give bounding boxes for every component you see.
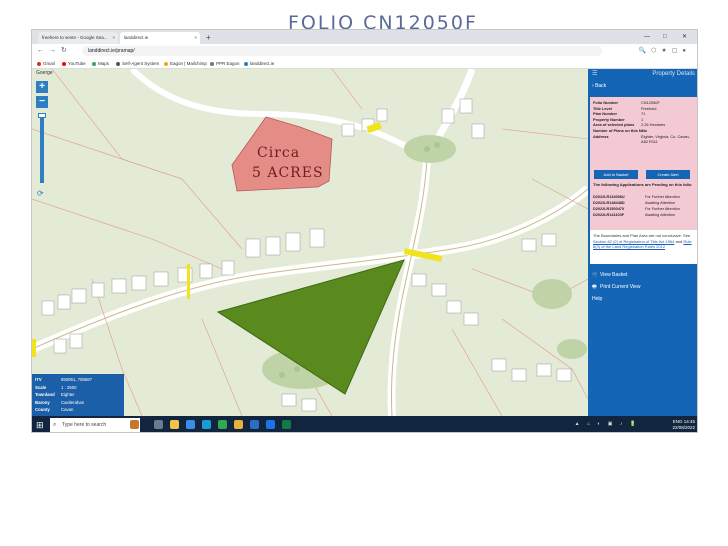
excel-icon[interactable]: [282, 420, 291, 429]
info-row: Townland Eighter: [35, 392, 75, 397]
zoom-out-button[interactable]: −: [36, 96, 48, 108]
taskbar-search-input[interactable]: ⌕ Type here to search: [50, 418, 140, 432]
windows-start-icon[interactable]: ⊞: [36, 420, 44, 430]
panel-header: ☰ Property Details: [588, 69, 697, 80]
reload-icon[interactable]: ↻: [61, 46, 67, 56]
create-alert-button[interactable]: Create Alert: [646, 170, 690, 179]
new-tab-button[interactable]: +: [206, 32, 211, 44]
gmail-icon: [37, 61, 41, 66]
disclaimer-note: The Boundaries and Plan Area are not con…: [590, 230, 697, 264]
info-row: County Cavan: [35, 407, 74, 412]
language-indicator: ENG: [672, 419, 683, 424]
property-details-panel: ☰ Property Details › Back Folio Number CN…: [588, 69, 697, 416]
chevron-right-icon: ›: [592, 83, 594, 89]
tab-label: landdirect.ie: [124, 35, 149, 40]
close-icon[interactable]: ×: [112, 32, 115, 44]
handwritten-annotation-line1: Circa: [257, 145, 301, 161]
system-tray-icons[interactable]: ▲ ⌂ ◐ ▣ ♪ 🔋: [575, 421, 639, 427]
youtube-icon: [62, 61, 66, 66]
extension-icons[interactable]: 🔍⬡★▢●: [639, 47, 691, 54]
panel-title: Property Details: [652, 71, 695, 77]
tab-google-search[interactable]: freehere to sente - Google Sea... ×: [38, 32, 118, 44]
section-62-link[interactable]: Section 62 (2) of Registration of Title …: [593, 239, 674, 244]
handwritten-annotation-line2: 5 ACRES: [252, 165, 324, 181]
bookmark-mailchimp[interactable]: Eagon | Mailchimp: [164, 59, 207, 68]
info-row: Barony Castlerahan: [35, 399, 85, 405]
bookmark-landdirect[interactable]: landdirect.ie: [244, 59, 274, 68]
zoom-in-button[interactable]: +: [36, 81, 48, 93]
clock-date: 22/08/2022: [672, 425, 695, 430]
map-canvas[interactable]: Goerge + − ⟳ Circa 5 ACRES ITV 650061, 78…: [32, 69, 588, 416]
bookmarks-bar: Gmail YouTube Maps Self-Agent System Eag…: [32, 58, 697, 69]
back-arrow-icon[interactable]: ←: [37, 46, 44, 56]
property-row: Address Eighter, Virginia, Co. Cavan, A82…: [593, 133, 690, 145]
map-drawing: [32, 69, 588, 416]
tab-landdirect[interactable]: landdirect.ie ×: [120, 32, 200, 44]
mailchimp-icon: [164, 61, 168, 66]
briefcase-icon[interactable]: [130, 420, 139, 429]
chrome-icon[interactable]: [234, 420, 243, 429]
forward-arrow-icon[interactable]: →: [49, 46, 56, 56]
help-link[interactable]: Help: [592, 296, 602, 302]
globe-icon: [116, 61, 120, 66]
location-label: Goerge: [36, 70, 53, 76]
applications-list: D2022LR134006U For Further Attention D202…: [593, 194, 695, 218]
close-icon[interactable]: ×: [194, 32, 197, 44]
bookmark-maps[interactable]: Maps: [92, 59, 109, 68]
windows-taskbar: ⊞ ⌕ Type here to search ▲ ⌂ ◐ ▣ ♪ 🔋 ENG …: [32, 416, 697, 432]
clock-time: 14:45: [683, 419, 695, 424]
system-clock[interactable]: ENG 14:45 22/08/2022: [672, 419, 695, 431]
close-window-button[interactable]: ✕: [682, 32, 687, 42]
bookmark-self-agent[interactable]: Self-Agent System: [116, 59, 159, 68]
teams-icon[interactable]: [218, 420, 227, 429]
bookmark-youtube[interactable]: YouTube: [62, 59, 86, 68]
info-row: ITV 650061, 785687: [35, 377, 93, 382]
print-current-view-link[interactable]: 🖶 Print Current View: [592, 284, 640, 292]
edge-icon[interactable]: [202, 420, 211, 429]
zoom-slider-handle[interactable]: [38, 113, 46, 118]
info-row: Scale 1 : 2500: [35, 384, 77, 390]
bookmark-gmail[interactable]: Gmail: [37, 59, 55, 68]
scanned-page: FOLIO CN12050F freehere to sente - Googl…: [0, 0, 728, 546]
tab-label: freehere to sente - Google Sea...: [42, 35, 108, 40]
minimize-button[interactable]: —: [644, 32, 650, 42]
address-bar-row: ← → ↻ landdirect.ie/pramap/ 🔍⬡★▢●: [32, 44, 697, 58]
mail-icon[interactable]: [186, 420, 195, 429]
add-to-basket-button[interactable]: Add to Basket: [594, 170, 638, 179]
screenshot-frame: freehere to sente - Google Sea... × land…: [31, 29, 698, 433]
zoom-slider[interactable]: [40, 113, 44, 183]
basket-icon: 🛒: [592, 272, 599, 278]
maps-icon: [92, 61, 96, 66]
url-field[interactable]: landdirect.ie/pramap/: [82, 46, 602, 56]
print-icon: 🖶: [592, 284, 597, 290]
search-icon: ⌕: [53, 422, 57, 428]
maximize-button[interactable]: □: [663, 32, 667, 42]
bookmark-ppr[interactable]: PPR Eagon: [210, 59, 240, 68]
view-basket-link[interactable]: 🛒 View Basket: [592, 272, 627, 278]
globe-icon: [210, 61, 214, 66]
pending-applications-title: The following Applications are Pending o…: [593, 182, 692, 187]
menu-icon[interactable]: ☰: [592, 71, 597, 77]
list-item[interactable]: D2022LR141103F Awaiting Attention: [593, 212, 695, 218]
browser-tab-bar: freehere to sente - Google Sea... × land…: [32, 30, 697, 44]
word-icon[interactable]: [266, 420, 275, 429]
file-explorer-icon[interactable]: [170, 420, 179, 429]
globe-icon: [244, 61, 248, 66]
property-info-box: Folio Number CN12050F Title Level Freehold…: [590, 97, 697, 230]
task-view-icon[interactable]: [154, 420, 163, 429]
outlook-icon[interactable]: [250, 420, 259, 429]
map-info-box: ITV 650061, 785687 Scale 1 : 2500 Townland…: [32, 374, 124, 416]
back-link[interactable]: › Back: [588, 80, 697, 92]
refresh-icon[interactable]: ⟳: [37, 189, 44, 198]
